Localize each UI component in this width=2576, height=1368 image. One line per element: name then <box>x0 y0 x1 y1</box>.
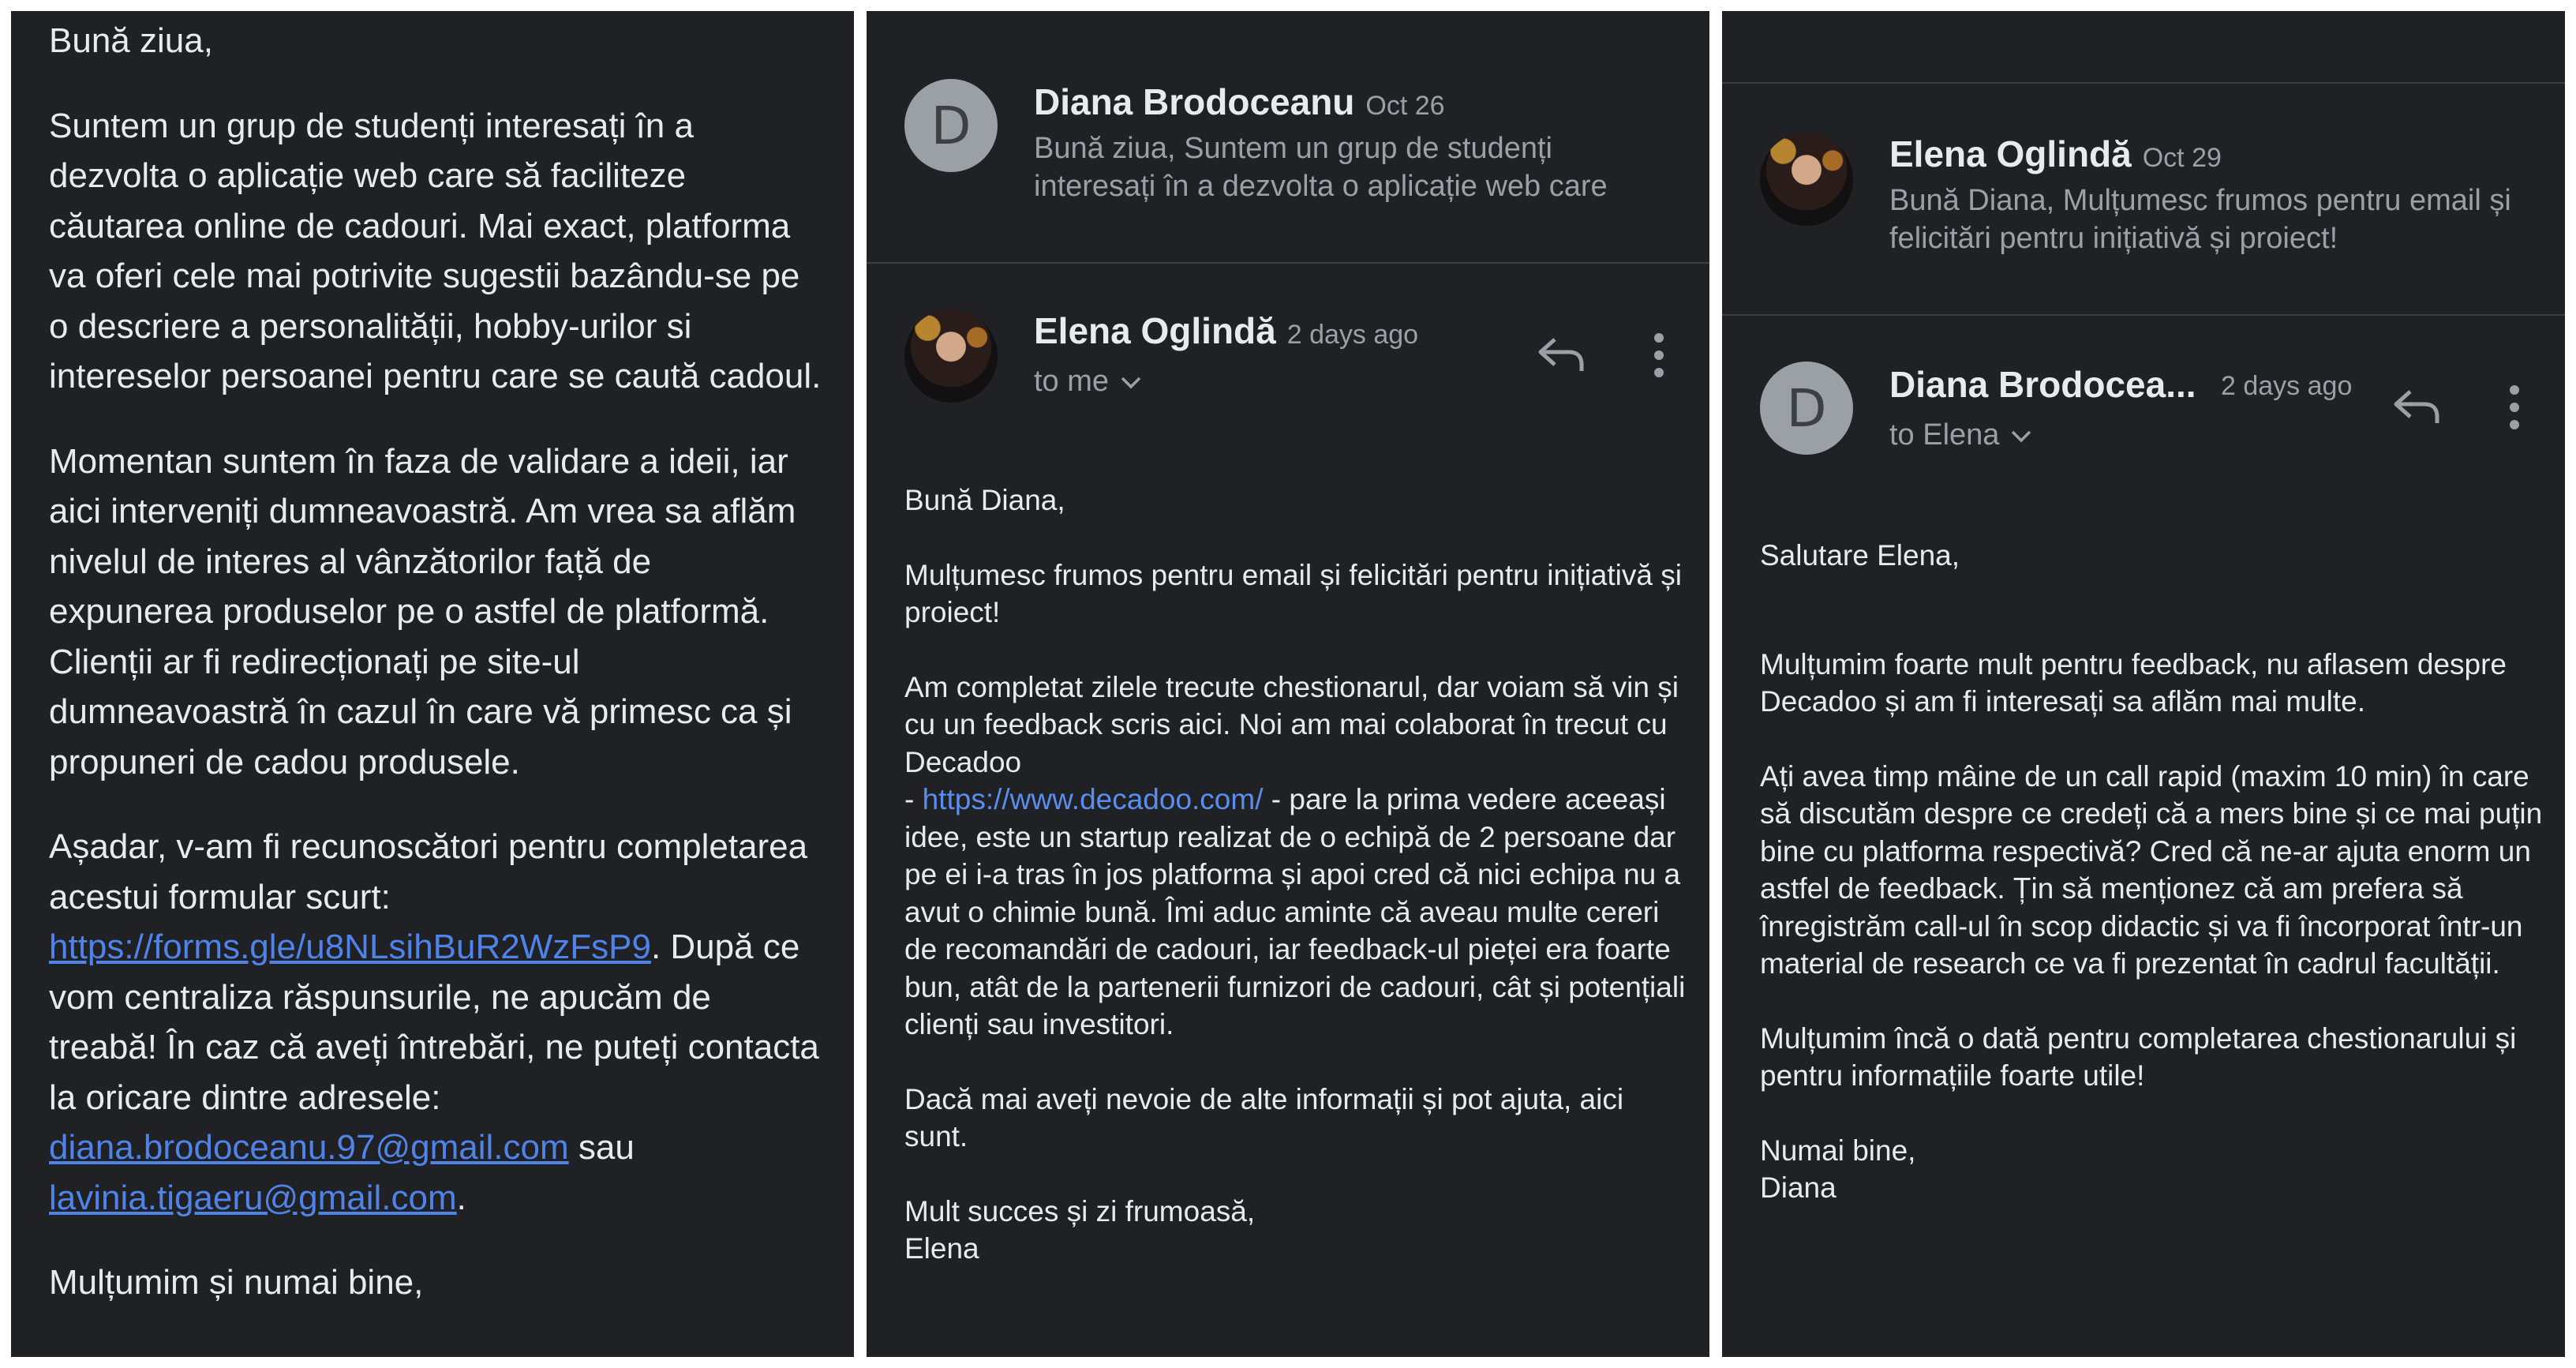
reply-icon[interactable] <box>1536 335 1586 378</box>
signature-name: Diana <box>1760 1171 1837 1204</box>
more-options-icon[interactable] <box>1653 332 1665 383</box>
collapsed-message-elena[interactable]: Elena Oglindă Oct 29 Bună Diana, Mulțumes… <box>1722 84 2565 316</box>
recipient-toggle[interactable]: to Elena <box>1889 418 2032 452</box>
email-thread-panel-2: D Diana Brodoceanu Oct 26 Bună ziua, Sunt… <box>867 11 1709 1357</box>
avatar: D <box>1760 362 1853 455</box>
paragraph-3: Mulțumim încă o dată pentru completarea … <box>1760 1021 2517 1093</box>
greeting: Bună ziua, <box>49 21 213 60</box>
chevron-down-icon <box>1120 370 1142 395</box>
signature-line-1: Numai bine, <box>1760 1134 1916 1167</box>
signature-line-1: Mult succes și zi frumoasă, <box>904 1194 1256 1227</box>
paragraph-1: Mulțumesc frumos pentru email și felicit… <box>904 558 1682 629</box>
message-date: 2 days ago <box>1286 320 1419 350</box>
paragraph-2: Momentan suntem în faza de validare a id… <box>49 441 796 781</box>
email-body: Bună ziua, Suntem un grup de studenți in… <box>49 16 822 1308</box>
email-thread-panel-3: Elena Oglindă Oct 29 Bună Diana, Mulțumes… <box>1722 11 2565 1357</box>
paragraph-1: Suntem un grup de studenți interesați în… <box>49 106 822 396</box>
sender-name: Elena Oglindă 2 days ago <box>1034 310 1419 351</box>
sender-name: Diana Brodoceanu Oct 26 <box>1034 81 1445 122</box>
message-snippet: Bună Diana, Mulțumesc frumos pentru emai… <box>1889 184 2511 255</box>
closing: Mulțumim și numai bine, <box>49 1263 424 1302</box>
email-body-panel-1: Bună ziua, Suntem un grup de studenți in… <box>11 11 854 1357</box>
email-link-lavinia[interactable]: lavinia.tigaeru@gmail.com <box>49 1179 457 1217</box>
form-link[interactable]: https://forms.gle/u8NLsihBuR2WzFsP9 <box>49 928 651 966</box>
avatar: D <box>904 79 998 172</box>
paragraph-1: Mulțumim foarte mult pentru feedback, nu… <box>1760 647 2507 718</box>
sender-name: Elena Oglindă Oct 29 <box>1889 133 2222 174</box>
sender-name: Diana Brodocea... <box>1889 364 2196 405</box>
message-date: Oct 26 <box>1365 91 1445 121</box>
signature-name: Elena <box>904 1232 979 1265</box>
paragraph-2: Am completat zilele trecute chestionarul… <box>904 670 1686 1041</box>
decadoo-link[interactable]: https://www.decadoo.com/ <box>923 783 1264 815</box>
recipient-toggle[interactable]: to me <box>1034 365 1142 399</box>
avatar <box>904 309 998 403</box>
more-options-icon[interactable] <box>2508 384 2521 435</box>
paragraph-3: Dacă mai aveți nevoie de alte informații… <box>904 1082 1624 1153</box>
greeting: Bună Diana, <box>904 484 1065 516</box>
paragraph-2: Ați avea timp mâine de un call rapid (ma… <box>1760 759 2543 980</box>
message-snippet: Bună ziua, Suntem un grup de studenți in… <box>1034 132 1608 203</box>
paragraph-3: Așadar, v-am fi recunoscători pentru com… <box>49 827 819 1217</box>
avatar <box>1760 133 1853 226</box>
chevron-down-icon <box>2010 424 2032 449</box>
previous-message-edge <box>1722 11 2565 84</box>
reply-icon[interactable] <box>2391 387 2442 430</box>
collapsed-message-diana[interactable]: D Diana Brodoceanu Oct 26 Bună ziua, Sunt… <box>867 11 1709 264</box>
message-date: Oct 29 <box>2142 143 2222 173</box>
message-date: 2 days ago <box>2221 371 2353 401</box>
email-link-diana[interactable]: diana.brodoceanu.97@gmail.com <box>49 1128 569 1167</box>
greeting: Salutare Elena, <box>1760 539 1960 572</box>
message-body: Bună Diana, Mulțumesc frumos pentru emai… <box>904 482 1694 1268</box>
message-body: Salutare Elena, Mulțumim foarte mult pen… <box>1760 537 2549 1207</box>
